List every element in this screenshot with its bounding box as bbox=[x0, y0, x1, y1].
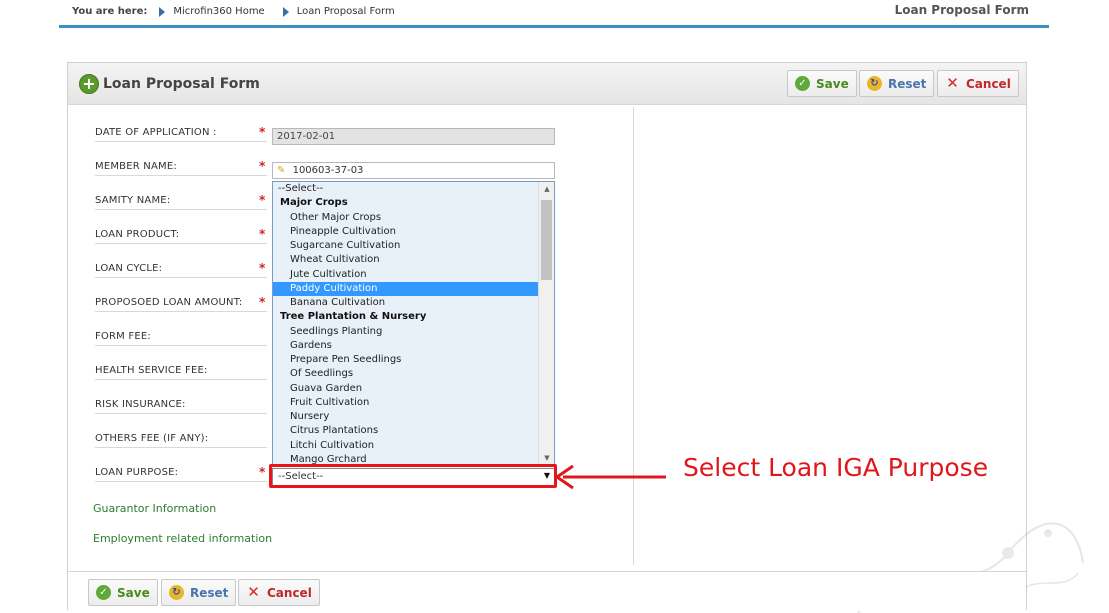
form-row-label: RISK INSURANCE: bbox=[95, 399, 267, 414]
reset-label: Reset bbox=[888, 76, 927, 91]
reset-icon: ↻ bbox=[867, 76, 882, 91]
check-icon: ✓ bbox=[96, 585, 111, 600]
dropdown-option[interactable]: Other Major Crops bbox=[273, 211, 538, 225]
form-row-label: LOAN CYCLE: bbox=[95, 263, 267, 278]
chevron-down-icon: ▼ bbox=[543, 471, 550, 480]
dropdown-group-header: Tree Plantation & Nursery bbox=[280, 311, 427, 323]
panel-title: Loan Proposal Form bbox=[103, 76, 260, 92]
dropdown-option[interactable]: Seedlings Planting bbox=[273, 325, 538, 339]
loan-purpose-dropdown-list[interactable]: --Select-- Major Crops Other Major Crops Pi… bbox=[272, 181, 555, 466]
breadcrumb-arrow-icon bbox=[159, 6, 166, 17]
check-icon: ✓ bbox=[795, 76, 810, 91]
breadcrumb-prefix: You are here: bbox=[72, 6, 148, 17]
employment-information-link[interactable]: Employment related information bbox=[93, 532, 272, 545]
date-value: 2017-02-01 bbox=[277, 131, 336, 142]
dropdown-option[interactable]: Sugarcane Cultivation bbox=[273, 239, 538, 253]
guarantor-information-link[interactable]: Guarantor Information bbox=[93, 502, 216, 515]
member-value: 100603-37-03 bbox=[292, 165, 364, 176]
breadcrumb-home-link[interactable]: Microfin360 Home bbox=[173, 6, 264, 17]
dropdown-group-header: Major Crops bbox=[280, 197, 348, 209]
required-asterisk: * bbox=[259, 227, 266, 241]
required-asterisk: * bbox=[259, 193, 266, 207]
save-button-top[interactable]: ✓ Save bbox=[787, 70, 857, 97]
form-row-label: PROPOSOED LOAN AMOUNT: bbox=[95, 297, 267, 312]
form-row-label: MEMBER NAME: bbox=[95, 161, 267, 176]
dropdown-option[interactable]: Paddy Cultivation bbox=[273, 281, 538, 296]
dropdown-option[interactable]: Of Seedlings bbox=[273, 367, 538, 381]
reset-button-top[interactable]: ↻ Reset bbox=[859, 70, 935, 97]
required-asterisk: * bbox=[259, 261, 266, 275]
save-label: Save bbox=[117, 585, 150, 600]
dropdown-option[interactable]: Gardens bbox=[273, 339, 538, 353]
page-title: Loan Proposal Form bbox=[894, 3, 1029, 17]
cancel-label: Cancel bbox=[966, 76, 1011, 91]
dropdown-option[interactable]: Litchi Cultivation bbox=[273, 439, 538, 453]
member-name-field[interactable]: ✎ 100603-37-03 bbox=[272, 162, 555, 179]
cancel-label: Cancel bbox=[267, 585, 312, 600]
annotation-text: Select Loan IGA Purpose bbox=[683, 453, 989, 482]
dropdown-option[interactable]: Citrus Plantations bbox=[273, 424, 538, 438]
breadcrumb-bar: You are here: Microfin360 Home Loan Prop… bbox=[59, 0, 1049, 28]
scroll-thumb[interactable] bbox=[541, 200, 552, 280]
dropdown-option[interactable]: Fruit Cultivation bbox=[273, 396, 538, 410]
breadcrumb: You are here: Microfin360 Home Loan Prop… bbox=[72, 6, 413, 17]
required-asterisk: * bbox=[259, 465, 266, 479]
scroll-up-icon[interactable]: ▲ bbox=[539, 182, 554, 196]
column-divider bbox=[633, 107, 634, 565]
required-asterisk: * bbox=[259, 125, 266, 139]
dropdown-option[interactable]: Wheat Cultivation bbox=[273, 253, 538, 267]
form-row-label: LOAN PRODUCT: bbox=[95, 229, 267, 244]
dropdown-option[interactable]: Pineapple Cultivation bbox=[273, 225, 538, 239]
save-button-bottom[interactable]: ✓ Save bbox=[88, 579, 158, 606]
reset-button-bottom[interactable]: ↻ Reset bbox=[161, 579, 237, 606]
dropdown-option[interactable]: Jute Cultivation bbox=[273, 268, 538, 282]
cancel-button-top[interactable]: ✕ Cancel bbox=[937, 70, 1019, 97]
required-asterisk: * bbox=[259, 159, 266, 173]
dropdown-option[interactable]: Nursery bbox=[273, 410, 538, 424]
form-row-label: OTHERS FEE (IF ANY): bbox=[95, 433, 267, 448]
dropdown-options: --Select-- Major Crops Other Major Crops Pi… bbox=[273, 182, 538, 465]
date-of-application-field: 2017-02-01 bbox=[272, 128, 555, 145]
add-icon: + bbox=[79, 74, 99, 94]
close-icon: ✕ bbox=[247, 583, 260, 601]
breadcrumb-arrow-icon bbox=[282, 6, 289, 17]
dropdown-option[interactable]: Mango Grchard bbox=[273, 453, 538, 465]
reset-icon: ↻ bbox=[169, 585, 184, 600]
panel-footer: ✓ Save ↻ Reset ✕ Cancel bbox=[68, 571, 1026, 611]
form-row-label: LOAN PURPOSE: bbox=[95, 467, 267, 482]
dropdown-option[interactable]: --Select-- bbox=[273, 182, 538, 196]
annotation-arrow-icon bbox=[554, 464, 666, 490]
save-label: Save bbox=[816, 76, 849, 91]
panel-header: + Loan Proposal Form ✓ Save ↻ Reset ✕ Ca… bbox=[68, 63, 1026, 105]
dropdown-option[interactable]: Prepare Pen Seedlings bbox=[273, 353, 538, 367]
reset-label: Reset bbox=[190, 585, 229, 600]
form-row-label: HEALTH SERVICE FEE: bbox=[95, 365, 267, 380]
dropdown-scrollbar[interactable]: ▲ ▼ bbox=[538, 182, 554, 465]
form-row-label: DATE OF APPLICATION : bbox=[95, 127, 267, 142]
required-asterisk: * bbox=[259, 295, 266, 309]
pencil-icon: ✎ bbox=[277, 165, 286, 176]
loan-purpose-select[interactable]: --Select-- ▼ bbox=[272, 468, 555, 486]
close-icon: ✕ bbox=[946, 74, 959, 92]
dropdown-option[interactable]: Guava Garden bbox=[273, 382, 538, 396]
purpose-selected-value: --Select-- bbox=[278, 471, 324, 482]
breadcrumb-current[interactable]: Loan Proposal Form bbox=[297, 6, 395, 17]
cancel-button-bottom[interactable]: ✕ Cancel bbox=[238, 579, 320, 606]
form-row-label: FORM FEE: bbox=[95, 331, 267, 346]
dropdown-option[interactable]: Banana Cultivation bbox=[273, 296, 538, 310]
form-row-label: SAMITY NAME: bbox=[95, 195, 267, 210]
